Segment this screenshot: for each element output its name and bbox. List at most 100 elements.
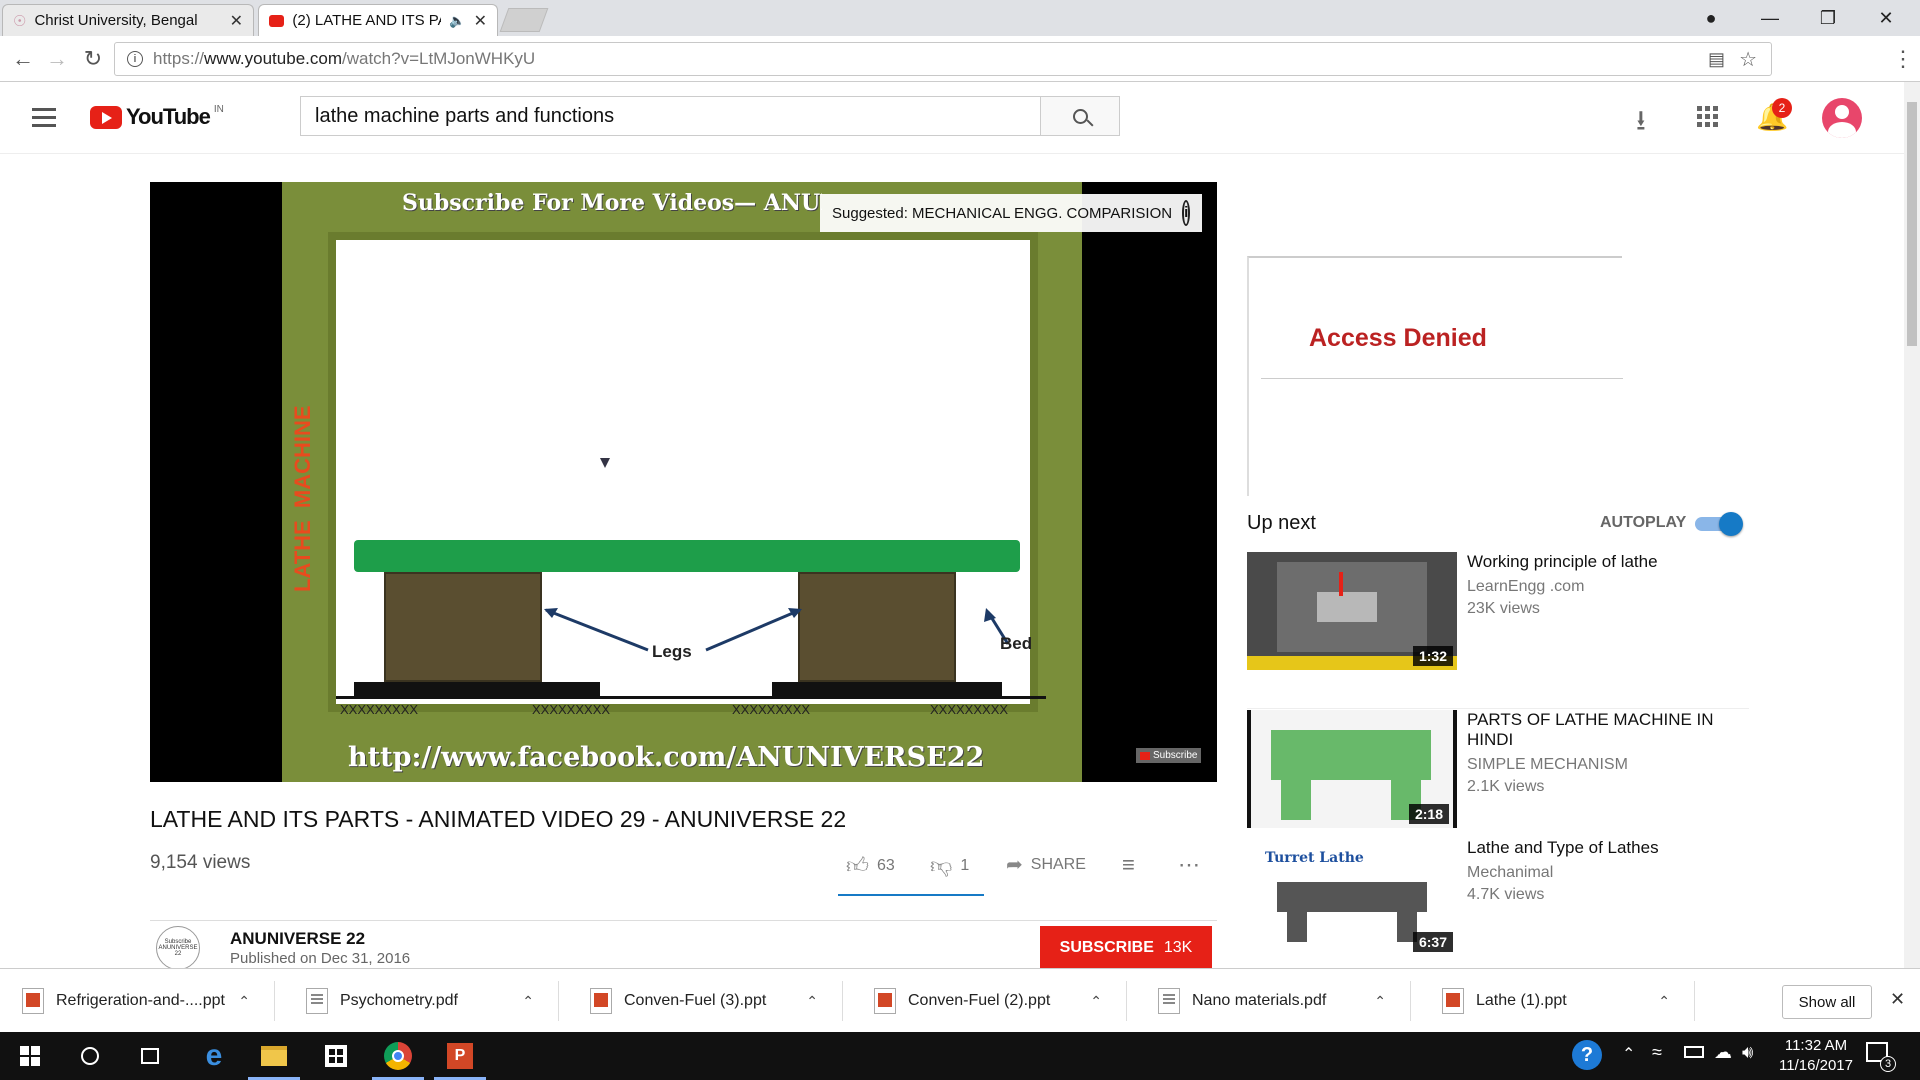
profile-icon[interactable]: ●: [1691, 4, 1731, 32]
video-side-label: LATHE MACHINE: [290, 405, 315, 592]
back-arrow-icon[interactable]: ←: [8, 44, 38, 74]
browser-toolbar: ← → ↻ i https://www.youtube.com/watch?v=…: [0, 36, 1920, 82]
video-player[interactable]: Subscribe For More Videos— ANUNIVERSE 22…: [150, 182, 1217, 782]
close-tab-icon[interactable]: ✕: [230, 11, 243, 31]
scrollbar-thumb[interactable]: [1907, 102, 1917, 346]
blocked-content-icon[interactable]: ▤: [1708, 49, 1725, 70]
cortana-search-icon[interactable]: [60, 1032, 120, 1080]
youtube-logo[interactable]: YouTube IN: [90, 104, 224, 130]
chevron-up-icon[interactable]: ⌃: [1622, 1044, 1635, 1064]
edge-browser-icon[interactable]: e: [184, 1032, 244, 1080]
download-filename: Refrigeration-and-....ppt: [56, 992, 225, 1009]
channel-avatar[interactable]: Subscribe ANUNIVERSE 22: [156, 926, 200, 970]
like-button[interactable]: 👍︎ 63: [846, 852, 895, 879]
more-options-icon[interactable]: ⋯: [1178, 852, 1200, 878]
search-input[interactable]: lathe machine parts and functions: [300, 96, 1042, 136]
autoplay-label: AUTOPLAY: [1600, 514, 1687, 531]
close-shelf-icon[interactable]: ✕: [1890, 989, 1905, 1010]
download-item[interactable]: Conven-Fuel (3).ppt ⌃: [568, 981, 843, 1021]
action-center-count: 3: [1880, 1056, 1896, 1072]
speaker-icon[interactable]: 🔈: [449, 13, 465, 29]
chevron-up-icon[interactable]: ⌃: [1374, 993, 1386, 1010]
video-thumbnail[interactable]: Turret Lathe 6:37: [1247, 838, 1457, 956]
video-duration: 6:37: [1412, 932, 1453, 952]
youtube-header: YouTube IN lathe machine parts and funct…: [0, 82, 1904, 154]
play-logo-icon: [90, 105, 122, 129]
video-title[interactable]: PARTS OF LATHE MACHINE IN HINDI: [1467, 710, 1747, 750]
channel-name[interactable]: ANUNIVERSE 22: [230, 929, 365, 949]
show-all-button[interactable]: Show all: [1782, 985, 1872, 1019]
globe-icon: ☉: [13, 12, 27, 30]
info-icon[interactable]: i: [127, 51, 143, 67]
chevron-up-icon[interactable]: ⌃: [1658, 993, 1670, 1010]
suggested-video-card[interactable]: Suggested: MECHANICAL ENGG. COMPARISION …: [820, 194, 1202, 232]
bookmark-star-icon[interactable]: ☆: [1739, 47, 1757, 72]
video-title[interactable]: Working principle of lathe: [1467, 552, 1747, 572]
video-title: LATHE AND ITS PARTS - ANIMATED VIDEO 29 …: [150, 806, 847, 832]
download-filename: Conven-Fuel (3).ppt: [624, 992, 767, 1009]
minimize-button[interactable]: —: [1750, 4, 1790, 32]
hamburger-menu-icon[interactable]: [32, 108, 56, 127]
download-item[interactable]: Refrigeration-and-....ppt ⌃: [0, 981, 275, 1021]
channel-name: Mechanimal: [1467, 864, 1554, 881]
url-host: www.youtube.com: [204, 49, 342, 68]
url-path: /watch?v=LtMJonWHKyU: [341, 49, 536, 68]
subscribe-button[interactable]: SUBSCRIBE 13K: [1040, 926, 1212, 970]
video-banner-top: Subscribe For More Videos— ANUNIVERSE 22: [402, 190, 822, 216]
close-window-button[interactable]: ✕: [1866, 4, 1906, 32]
clock[interactable]: 11:32 AM 11/16/2017: [1776, 1036, 1856, 1076]
list-item[interactable]: 1:32 Working principle of lathe LearnEng…: [1247, 552, 1747, 682]
download-shelf: Refrigeration-and-....ppt ⌃ Psychometry.…: [0, 968, 1920, 1032]
autoplay-toggle[interactable]: [1695, 512, 1743, 536]
restore-button[interactable]: ❐: [1808, 4, 1848, 32]
windows-taskbar: e P ? ⌃ ≈ ☁ 🔊︎ 11:32 AM 11/16/2017 3: [0, 1032, 1920, 1080]
chrome-icon[interactable]: [368, 1032, 428, 1080]
powerpoint-icon[interactable]: P: [430, 1032, 490, 1080]
share-button[interactable]: ➦ SHARE: [1006, 852, 1086, 877]
dislike-button[interactable]: 👎︎ 1: [930, 852, 969, 879]
browser-tab-active[interactable]: (2) LATHE AND ITS PA 🔈 ✕: [258, 4, 498, 36]
forward-arrow-icon[interactable]: →: [42, 44, 72, 74]
download-item[interactable]: Psychometry.pdf ⌃: [284, 981, 559, 1021]
browser-tab[interactable]: ☉ Christ University, Bengal ✕: [2, 4, 254, 36]
youtube-small-icon: [1140, 751, 1150, 760]
subscribe-watermark[interactable]: Subscribe: [1136, 748, 1202, 763]
windows-start-icon[interactable]: [0, 1032, 60, 1080]
store-icon[interactable]: [306, 1032, 366, 1080]
video-title[interactable]: Lathe and Type of Lathes: [1467, 838, 1747, 858]
new-tab-button[interactable]: [499, 8, 549, 32]
list-item[interactable]: 2:18 PARTS OF LATHE MACHINE IN HINDI SIM…: [1247, 710, 1747, 840]
avatar[interactable]: [1822, 98, 1862, 138]
chevron-up-icon[interactable]: ⌃: [806, 993, 818, 1010]
search-button[interactable]: [1040, 96, 1120, 136]
chevron-up-icon[interactable]: ⌃: [238, 993, 250, 1010]
list-item[interactable]: Turret Lathe 6:37 Lathe and Type of Lath…: [1247, 838, 1747, 968]
close-tab-icon[interactable]: ✕: [474, 11, 487, 31]
download-item[interactable]: Conven-Fuel (2).ppt ⌃: [852, 981, 1127, 1021]
file-explorer-icon[interactable]: [244, 1032, 304, 1080]
page-scrollbar[interactable]: [1904, 82, 1920, 968]
label-legs: Legs: [652, 642, 692, 661]
volume-icon[interactable]: 🔊︎: [1742, 1042, 1753, 1063]
download-item[interactable]: Lathe (1).ppt ⌃: [1420, 981, 1695, 1021]
video-thumbnail[interactable]: 1:32: [1247, 552, 1457, 670]
apps-grid-icon[interactable]: [1697, 106, 1718, 127]
reload-icon[interactable]: ↻: [78, 44, 108, 74]
chevron-up-icon[interactable]: ⌃: [1090, 993, 1102, 1010]
chevron-up-icon[interactable]: ⌃: [522, 993, 534, 1010]
ppt-file-icon: [874, 988, 896, 1014]
battery-icon[interactable]: [1684, 1046, 1704, 1058]
video-thumbnail[interactable]: 2:18: [1247, 710, 1457, 828]
onedrive-cloud-icon[interactable]: ☁: [1714, 1042, 1732, 1063]
wifi-icon[interactable]: ≈: [1652, 1042, 1662, 1063]
task-view-icon[interactable]: [120, 1032, 180, 1080]
add-to-playlist-icon[interactable]: ≡: [1122, 852, 1135, 878]
download-item[interactable]: Nano materials.pdf ⌃: [1136, 981, 1411, 1021]
help-icon[interactable]: ?: [1572, 1040, 1602, 1070]
upload-icon[interactable]: ⭳: [1636, 100, 1646, 148]
video-duration: 2:18: [1408, 804, 1449, 824]
view-count: 2.1K views: [1467, 778, 1545, 795]
info-icon[interactable]: i: [1182, 200, 1191, 226]
browser-menu-icon[interactable]: ⋮: [1892, 46, 1914, 72]
address-bar[interactable]: i https://www.youtube.com/watch?v=LtMJon…: [114, 42, 1772, 76]
